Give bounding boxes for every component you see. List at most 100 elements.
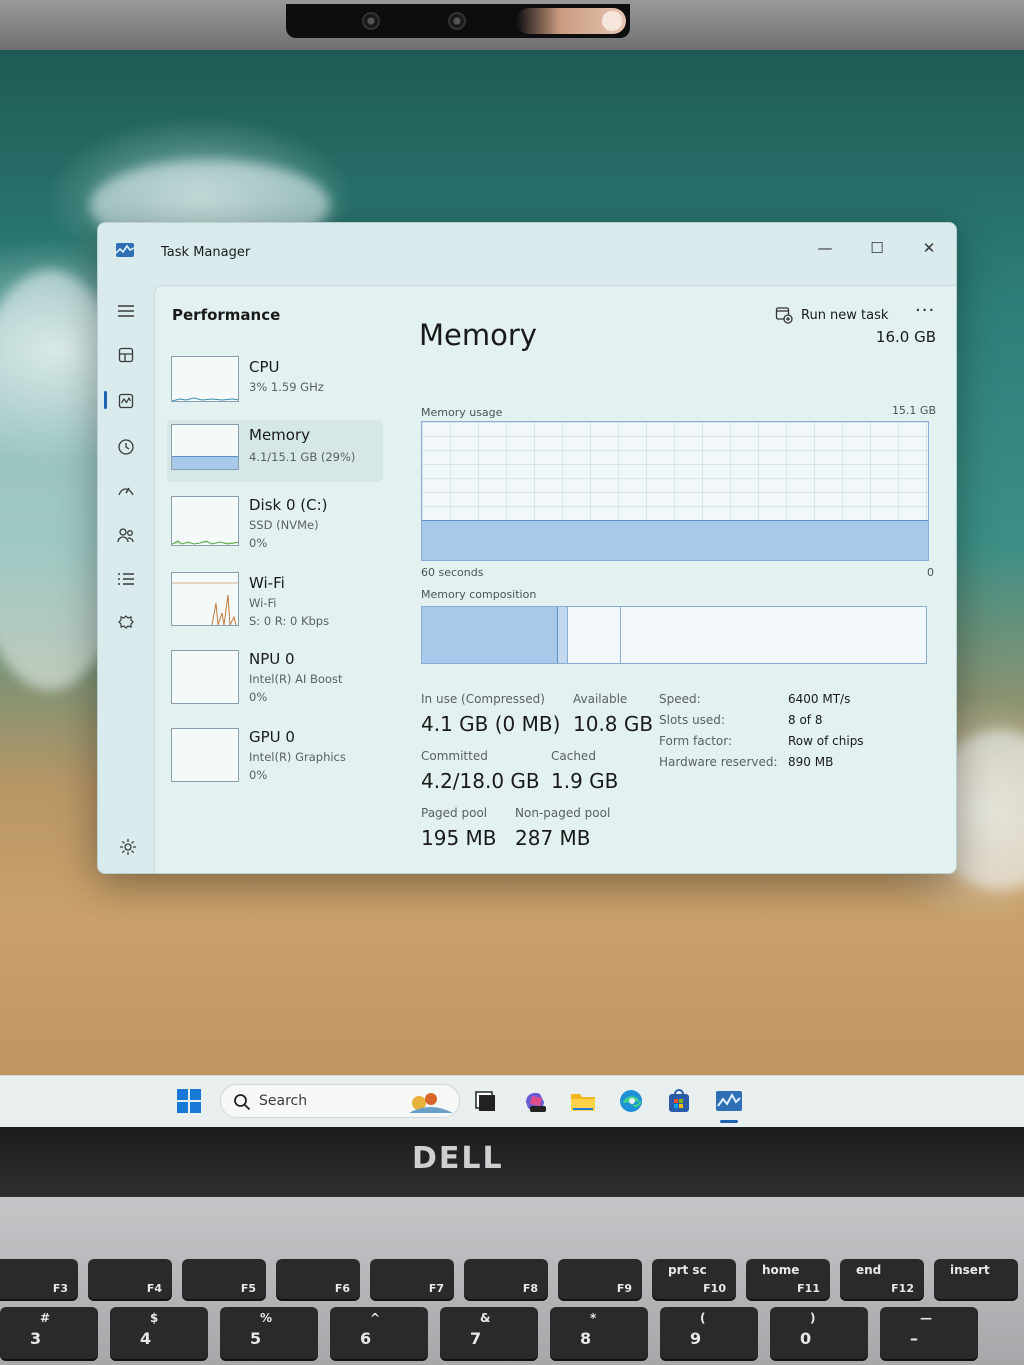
key-legend-main: 6 (360, 1329, 372, 1348)
run-new-task-label: Run new task (801, 307, 889, 323)
key-legend-bottom: F10 (703, 1282, 726, 1295)
number-key[interactable]: $4 (110, 1307, 208, 1359)
memory-composition-label: Memory composition (421, 588, 537, 601)
spec-speed-value: 6400 MT/s (788, 692, 851, 706)
key-legend-main: 5 (250, 1329, 262, 1348)
settings-gear-icon[interactable] (118, 837, 140, 859)
function-key[interactable]: insert (934, 1259, 1018, 1299)
device-item-memory[interactable]: Memory 4.1/15.1 GB (29%) (167, 420, 383, 482)
start-button-windows-icon[interactable] (174, 1086, 204, 1116)
memory-usage-graph (421, 421, 929, 561)
number-key[interactable]: ^ 6 (330, 1307, 428, 1359)
memory-thumbnail-graph (171, 424, 239, 470)
key-legend-main: 7 (470, 1329, 482, 1348)
processes-icon[interactable] (112, 341, 140, 369)
gpu-thumbnail-graph (171, 728, 239, 782)
function-key[interactable]: F6 (276, 1259, 360, 1299)
camera-sensor-icon (448, 12, 466, 30)
camera-lens-icon (362, 12, 380, 30)
spec-hw-reserved-value: 890 MB (788, 755, 834, 769)
available-value: 10.8 GB (573, 712, 654, 736)
key-legend-bottom: F11 (797, 1282, 820, 1295)
function-key[interactable]: home F11 (746, 1259, 830, 1299)
performance-icon[interactable] (112, 387, 140, 415)
number-key[interactable]: % 5 (220, 1307, 318, 1359)
number-key[interactable]: (9 (660, 1307, 758, 1359)
composition-modified[interactable] (558, 607, 568, 663)
device-name: GPU 0 (249, 728, 295, 746)
key-legend-main: 8 (580, 1329, 592, 1348)
taskbar-search-box[interactable]: Search (220, 1084, 460, 1118)
device-name: CPU (249, 358, 280, 376)
device-usage: 0% (249, 768, 268, 782)
page-title: Performance (172, 306, 281, 324)
nonpaged-pool-value: 287 MB (515, 826, 591, 850)
details-icon[interactable] (112, 565, 140, 593)
device-detail: 4.1/15.1 GB (29%) (249, 450, 356, 464)
run-new-task-icon (775, 307, 793, 324)
minimize-button[interactable]: — (802, 231, 848, 265)
key-legend-top: ) (810, 1311, 816, 1325)
number-key[interactable]: & 7 (440, 1307, 538, 1359)
file-explorer-icon[interactable] (568, 1086, 598, 1116)
in-use-value: 4.1 GB (0 MB) (421, 712, 561, 736)
run-new-task-button[interactable]: Run new task (775, 302, 888, 328)
close-button[interactable]: ✕ (906, 231, 952, 265)
key-legend-top: insert (950, 1263, 990, 1277)
cpu-thumbnail-graph (171, 356, 239, 402)
key-legend-main: 3 (30, 1329, 42, 1348)
graph-time-start: 60 seconds (421, 566, 484, 579)
task-view-icon[interactable] (470, 1086, 500, 1116)
nonpaged-pool-label: Non-paged pool (515, 806, 611, 820)
composition-in-use[interactable] (422, 607, 558, 663)
function-key[interactable]: F3 (0, 1259, 78, 1299)
microsoft-store-icon[interactable] (664, 1086, 694, 1116)
services-icon[interactable] (112, 609, 140, 637)
users-icon[interactable] (112, 521, 140, 549)
device-item-cpu[interactable]: CPU 3% 1.59 GHz (167, 352, 383, 414)
key-legend-bottom: F3 (52, 1282, 68, 1295)
graph-time-end: 0 (927, 566, 934, 579)
maximize-button[interactable]: ☐ (854, 231, 900, 265)
hamburger-menu-icon[interactable] (112, 297, 140, 325)
number-key[interactable]: * 8 (550, 1307, 648, 1359)
task-manager-taskbar-icon[interactable] (714, 1086, 744, 1116)
search-highlight-icon (409, 1093, 453, 1113)
function-key[interactable]: end F12 (840, 1259, 924, 1299)
number-key[interactable]: ) 0 (770, 1307, 868, 1359)
task-manager-window: Task Manager — ☐ ✕ Performance Run new t… (97, 222, 957, 874)
more-options-button[interactable]: ··· (915, 300, 935, 321)
copilot-icon[interactable] (520, 1086, 550, 1116)
edge-browser-icon[interactable] (616, 1086, 646, 1116)
dell-logo: DELL (412, 1141, 504, 1176)
function-key[interactable]: F4 (88, 1259, 172, 1299)
device-item-disk[interactable]: Disk 0 (C:) SSD (NVMe) 0% (167, 488, 383, 550)
key-legend-top: ^ (370, 1311, 381, 1325)
key-legend-top: home (762, 1263, 800, 1277)
composition-standby[interactable] (568, 607, 621, 663)
key-legend-bottom: F5 (240, 1282, 256, 1295)
key-legend-bottom: F9 (616, 1282, 632, 1295)
startup-apps-icon[interactable] (112, 477, 140, 505)
app-history-icon[interactable] (112, 433, 140, 461)
title-bar[interactable]: Task Manager — ☐ ✕ (98, 223, 956, 283)
function-key[interactable]: F8 (464, 1259, 548, 1299)
device-item-npu[interactable]: NPU 0 Intel(R) AI Boost 0% (167, 646, 383, 708)
function-key[interactable]: F9 (558, 1259, 642, 1299)
memory-usage-max: 15.1 GB (891, 404, 936, 417)
number-key[interactable]: — – (880, 1307, 978, 1359)
paged-pool-label: Paged pool (421, 806, 488, 820)
function-key[interactable]: F7 (370, 1259, 454, 1299)
key-legend-bottom: F8 (522, 1282, 538, 1295)
search-label: Search (259, 1093, 308, 1109)
memory-usage-label: Memory usage (421, 406, 503, 419)
device-name: Disk 0 (C:) (249, 496, 328, 514)
function-key[interactable]: prt sc F10 (652, 1259, 736, 1299)
function-key[interactable]: F5 (182, 1259, 266, 1299)
in-use-label: In use (Compressed) (421, 692, 545, 706)
number-key[interactable]: #3 (0, 1307, 98, 1359)
key-legend-top: — (920, 1311, 932, 1325)
key-legend-main: 9 (690, 1329, 702, 1348)
device-item-gpu[interactable]: GPU 0 Intel(R) Graphics 0% (167, 724, 383, 786)
device-item-wifi[interactable]: Wi-Fi Wi-Fi S: 0 R: 0 Kbps (167, 568, 383, 630)
